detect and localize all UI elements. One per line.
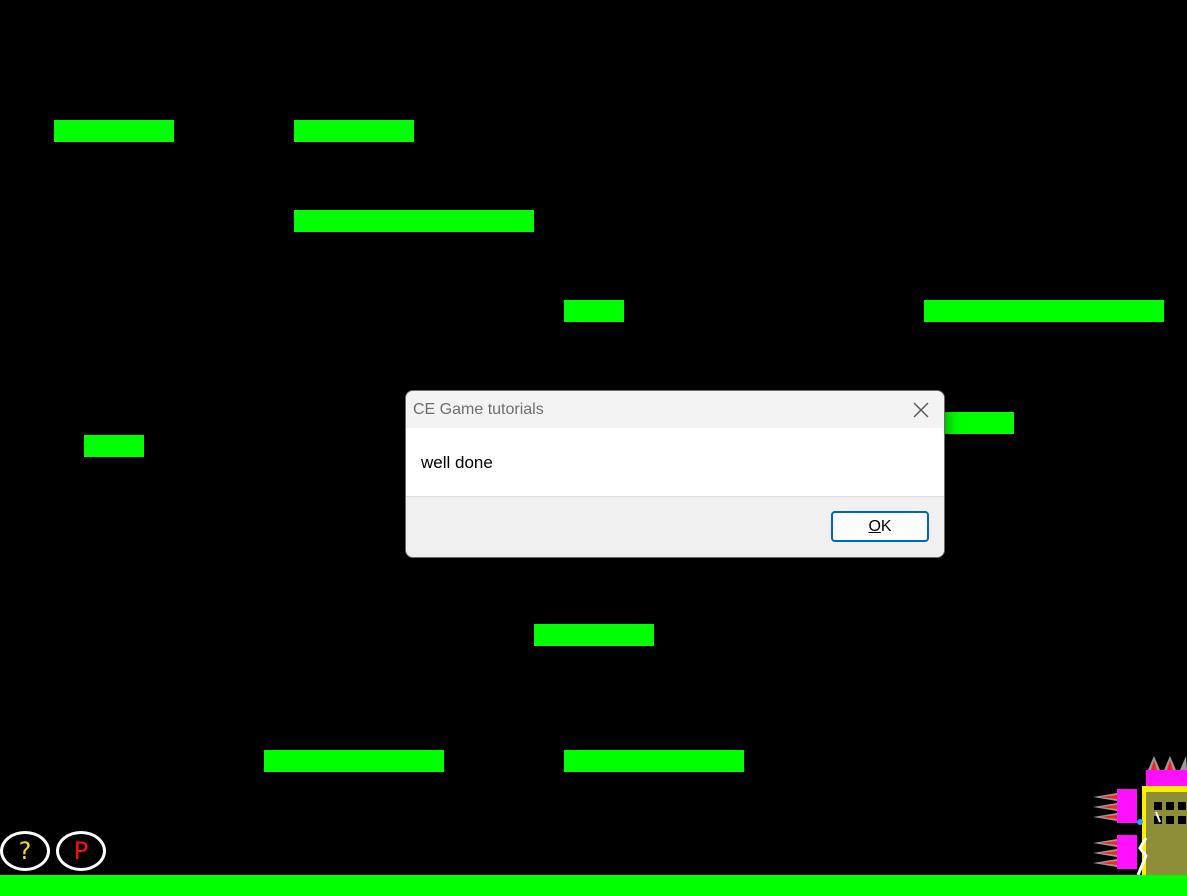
help-button[interactable]: ?: [0, 831, 50, 871]
message-dialog: CE Game tutorials well done OK: [405, 390, 945, 558]
ok-button-label: K: [880, 517, 892, 535]
platform: [564, 750, 744, 772]
help-button-label: ?: [18, 837, 32, 865]
platform: [564, 300, 624, 322]
platform: [54, 120, 174, 142]
platform: [294, 120, 414, 142]
platform: [84, 435, 144, 457]
platform: [534, 624, 654, 646]
game-canvas[interactable]: ? P CE Game tutorials well done O K: [0, 0, 1187, 896]
platform: [944, 412, 1014, 434]
ok-button-mnemonic: O: [868, 517, 881, 535]
platform: [924, 300, 1164, 322]
dialog-titlebar[interactable]: CE Game tutorials: [406, 391, 944, 428]
boss-enemy: [1093, 756, 1187, 875]
platform: [264, 750, 444, 772]
pause-button-label: P: [73, 837, 89, 865]
dialog-title: CE Game tutorials: [413, 401, 544, 418]
close-button[interactable]: [906, 395, 936, 425]
dialog-message: well done: [421, 453, 493, 472]
pause-button[interactable]: P: [56, 831, 106, 871]
dialog-body: well done: [406, 428, 944, 496]
dialog-footer: OK: [406, 496, 944, 557]
floor: [0, 875, 1187, 896]
platform: [294, 210, 534, 232]
close-icon: [913, 402, 929, 418]
ok-button[interactable]: OK: [831, 511, 929, 542]
